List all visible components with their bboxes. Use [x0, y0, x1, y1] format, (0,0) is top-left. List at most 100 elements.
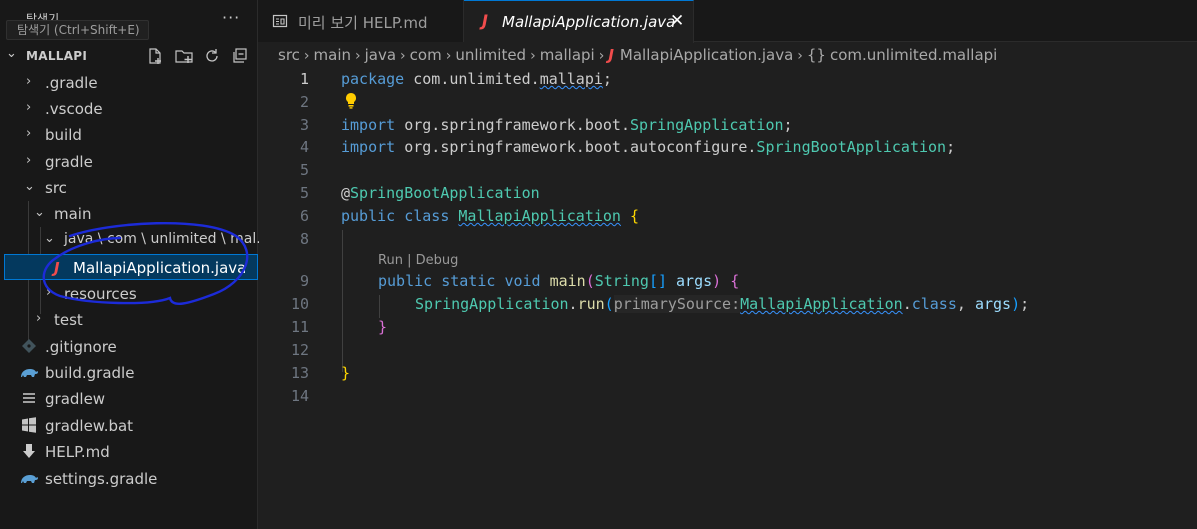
refresh-icon[interactable]: [203, 47, 223, 67]
token-keyword: public: [341, 207, 396, 225]
token-punct: ;: [783, 116, 793, 134]
breadcrumb-item[interactable]: unlimited: [455, 46, 526, 64]
code-line: }: [378, 318, 387, 336]
token-variable: args: [676, 272, 713, 290]
windows-icon: [21, 417, 39, 435]
token-text: mallapi: [539, 70, 603, 88]
token-text: org.springframework.boot.autoconfigure.: [395, 138, 757, 156]
breadcrumb-item[interactable]: java: [365, 46, 396, 64]
line-number: 14: [290, 387, 309, 405]
new-file-icon[interactable]: [146, 47, 166, 67]
tree-folder-build[interactable]: › build: [0, 122, 258, 148]
breadcrumb-item[interactable]: com: [410, 46, 442, 64]
code-line: package com.unlimited.mallapi;: [341, 70, 612, 88]
breadcrumb-item[interactable]: mallapi: [540, 46, 595, 64]
tree-item-label: settings.gradle: [45, 470, 158, 488]
java-file-icon: J: [54, 259, 60, 277]
explorer-tooltip: 탐색기 (Ctrl+Shift+E): [6, 20, 149, 40]
breadcrumb-item[interactable]: src: [278, 46, 300, 64]
token-punct: ;: [1020, 295, 1030, 313]
tree-folder-gradle[interactable]: › gradle: [0, 149, 258, 175]
chevron-right-icon: ›: [400, 48, 406, 64]
line-number: 3: [299, 116, 309, 134]
tree-folder-java-package[interactable]: ⌄ java \ com \ unlimited \ mal...: [0, 227, 270, 253]
line-number: 13: [290, 364, 309, 382]
tab-label: 미리 보기 HELP.md: [298, 14, 428, 32]
codelens-debug[interactable]: Debug: [416, 253, 459, 268]
tree-folder-gradle-hidden[interactable]: › .gradle: [0, 70, 258, 96]
close-icon[interactable]: ✕: [670, 11, 684, 31]
token-bracket: }: [378, 318, 388, 336]
editor-tab-bar: 미리 보기 HELP.md J MallapiApplication.java …: [258, 0, 1197, 43]
tree-file-build-gradle[interactable]: build.gradle: [0, 360, 258, 386]
new-folder-icon[interactable]: [174, 47, 194, 67]
tree-file-settings-gradle[interactable]: settings.gradle: [0, 466, 258, 492]
git-icon: [21, 338, 39, 356]
tree-item-label: src: [45, 179, 67, 197]
tab-mallapi-application[interactable]: J MallapiApplication.java ✕: [464, 0, 694, 43]
code-line: SpringApplication.run(primarySource:Mall…: [415, 295, 1029, 313]
tree-file-gradlew-bat[interactable]: gradlew.bat: [0, 413, 258, 439]
token-keyword: class: [404, 207, 450, 225]
tree-file-gitignore[interactable]: .gitignore: [0, 334, 258, 360]
codelens-run[interactable]: Run: [378, 253, 403, 268]
token-bracket: }: [341, 364, 351, 382]
line-number: 6: [299, 207, 309, 225]
tree-file-help-md[interactable]: HELP.md: [0, 439, 258, 465]
tree-item-label: resources: [64, 285, 137, 303]
token-variable: args: [974, 295, 1012, 313]
code-line: import org.springframework.boot.autoconf…: [341, 138, 955, 156]
token-keyword: package: [341, 70, 405, 88]
token-punct: @: [341, 184, 351, 202]
lightbulb-icon[interactable]: [343, 92, 359, 114]
line-number: 5: [299, 184, 309, 202]
chevron-down-icon: ⌄: [24, 179, 35, 194]
token-punct: .: [902, 295, 912, 313]
indent-guide: [342, 230, 343, 372]
chevron-right-icon: ›: [355, 48, 361, 64]
tab-label: MallapiApplication.java: [502, 13, 676, 31]
chevron-right-icon: ›: [303, 48, 310, 64]
breadcrumb-file[interactable]: MallapiApplication.java: [620, 46, 793, 64]
token-keyword: class: [911, 295, 957, 313]
tree-item-label: gradlew: [45, 390, 106, 408]
tree-item-label: build.gradle: [45, 364, 135, 382]
line-number: 9: [299, 272, 309, 290]
chevron-right-icon: ›: [36, 311, 42, 326]
chevron-right-icon: ›: [46, 285, 52, 300]
gradle-elephant-icon: [19, 470, 38, 488]
breadcrumb-item[interactable]: main: [314, 46, 351, 64]
tree-item-label: gradle: [45, 153, 93, 171]
tree-folder-test[interactable]: › test: [0, 307, 258, 333]
token-type: String: [594, 272, 649, 290]
tree-folder-vscode[interactable]: › .vscode: [0, 96, 258, 122]
chevron-right-icon: ›: [598, 48, 605, 64]
tree-folder-src[interactable]: ⌄ src: [0, 175, 258, 201]
token-bracket: []: [648, 272, 667, 290]
token-function: run: [577, 295, 605, 313]
tab-help-preview[interactable]: 미리 보기 HELP.md: [258, 0, 464, 42]
token-punct: ;: [946, 138, 956, 156]
tree-folder-resources[interactable]: › resources: [0, 281, 258, 307]
more-actions-icon[interactable]: ···: [222, 8, 240, 27]
line-number: 5: [299, 161, 309, 179]
chevron-right-icon: ›: [26, 153, 32, 168]
explorer-sidebar: 탐색기 탐색기 (Ctrl+Shift+E) ··· ⌄ MALLAPI › .…: [0, 0, 270, 529]
tree-folder-main[interactable]: ⌄ main: [0, 201, 258, 227]
tree-file-mallapi-application[interactable]: J MallapiApplication.java: [4, 254, 258, 280]
line-number: 11: [290, 318, 309, 336]
markdown-down-arrow-icon: [22, 443, 40, 461]
project-root-row[interactable]: ⌄ MALLAPI: [0, 44, 258, 68]
tree-file-gradlew[interactable]: gradlew: [0, 386, 258, 412]
code-editor[interactable]: 1 2 3 4 5 6 5 8 9 10 11 12 13 14 package…: [259, 68, 1197, 529]
code-line: @SpringBootApplication: [341, 184, 540, 202]
collapse-all-icon[interactable]: [231, 47, 251, 67]
breadcrumb-symbol[interactable]: com.unlimited.mallapi: [830, 46, 997, 64]
token-bracket: ): [712, 272, 722, 290]
line-number: 8: [299, 230, 309, 248]
chevron-right-icon: ›: [445, 48, 452, 64]
